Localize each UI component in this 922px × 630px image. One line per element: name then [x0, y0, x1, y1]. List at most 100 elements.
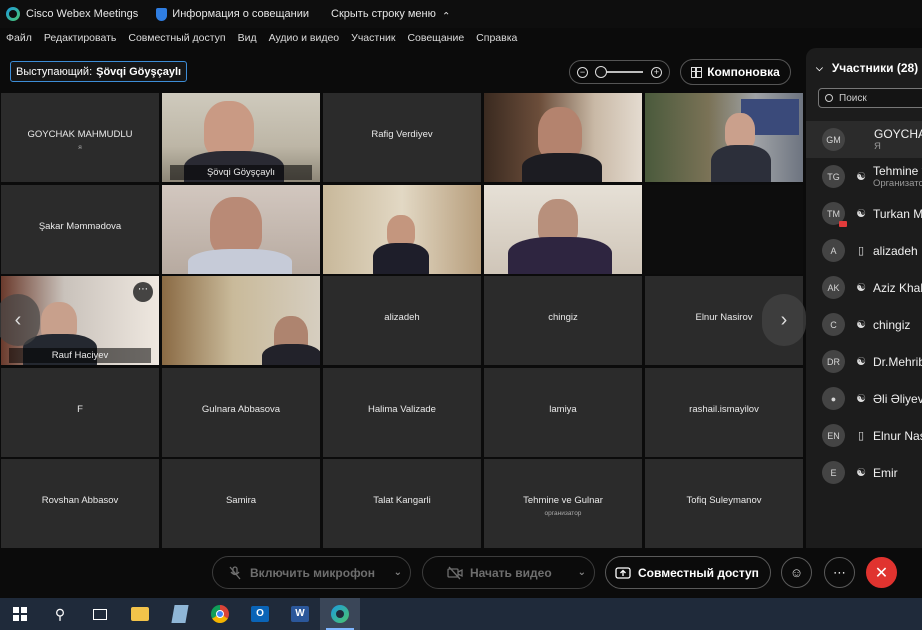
zoom-out-icon[interactable]: − [577, 66, 588, 78]
video-tile[interactable]: Gulnara Abbasova [162, 368, 320, 457]
zoom-in-icon[interactable]: + [651, 66, 662, 78]
layout-button[interactable]: Компоновка [680, 59, 791, 85]
participant-name: Əli Əliyev [873, 391, 922, 406]
webex-taskbar-button[interactable] [320, 598, 360, 630]
leave-meeting-button[interactable]: ✕ [866, 557, 897, 588]
video-tile[interactable]: Şakar Məmmədova [1, 185, 159, 274]
video-tile[interactable]: Tofiq Suleymanov [645, 459, 803, 548]
zoom-slider[interactable] [594, 66, 643, 78]
avatar: TG [822, 165, 845, 188]
video-tile[interactable]: Halima Valizade [323, 368, 481, 457]
meeting-info-button[interactable]: Информация о совещании [156, 7, 309, 21]
windows-logo-icon [13, 607, 27, 621]
participant-video-figure [373, 243, 429, 274]
participant-row[interactable]: TG ☯ Tehmine ve Gulnar Организатор [806, 158, 922, 195]
folder-icon [131, 607, 149, 621]
menu-file[interactable]: Файл [6, 32, 32, 44]
start-button[interactable] [0, 598, 40, 630]
unmute-label: Включить микрофон [250, 565, 376, 580]
chevron-down-icon[interactable]: ⌵ [816, 63, 823, 74]
menu-view[interactable]: Вид [238, 32, 257, 44]
video-tile[interactable] [645, 93, 803, 182]
video-tile[interactable]: Tehmine ve Gulnar организатор [484, 459, 642, 548]
more-options-button[interactable]: ⋯ [824, 557, 855, 588]
participant-video-figure [711, 145, 771, 182]
zoom-slider-handle[interactable] [594, 66, 607, 78]
participant-row[interactable]: A ▯ alizadeh [806, 232, 922, 269]
participant-video-figure [204, 101, 254, 157]
search-taskbar-button[interactable]: ⚲ [40, 598, 80, 630]
word-button[interactable]: W [280, 598, 320, 630]
participant-name: Turkan Mammadova [873, 206, 922, 221]
hide-menu-button[interactable]: Скрыть строку меню ⌄ [331, 8, 450, 20]
menu-help[interactable]: Справка [476, 32, 517, 44]
video-tile[interactable]: GOYCHAK MAHMUDLU я [1, 93, 159, 182]
video-tile[interactable] [484, 185, 642, 274]
user-icon: ● [822, 387, 845, 410]
presenter-name: Şövqi Göyşçaylı [96, 65, 182, 78]
menu-bar: Файл Редактировать Совместный доступ Вид… [0, 28, 922, 48]
participant-video-figure [508, 237, 612, 274]
participant-row[interactable]: EN ▯ Elnur Nasirov [806, 417, 922, 454]
chevron-down-icon[interactable]: ⌄ [578, 567, 586, 578]
meeting-info-label: Информация о совещании [172, 8, 309, 20]
headset-icon: ☯ [856, 282, 866, 294]
video-tile[interactable]: F [1, 368, 159, 457]
menu-participant[interactable]: Участник [351, 32, 395, 44]
video-tile[interactable] [162, 185, 320, 274]
video-tile[interactable]: lamiya [484, 368, 642, 457]
taskbar-app-button[interactable] [160, 598, 200, 630]
tile-name: Talat Kangarli [373, 495, 431, 506]
unmute-button[interactable]: Включить микрофон ⌄ [212, 556, 411, 589]
video-tile[interactable]: Rovshan Abbasov [1, 459, 159, 548]
outlook-button[interactable]: O [240, 598, 280, 630]
tile-name: alizadeh [384, 312, 420, 323]
video-tile[interactable]: rashail.ismayilov [645, 368, 803, 457]
participant-name: chingiz [873, 317, 911, 332]
participant-row[interactable]: ● ☯ Əli Əliyev [806, 380, 922, 417]
menu-edit[interactable]: Редактировать [44, 32, 117, 44]
avatar: A [822, 239, 845, 262]
tile-name: Şövqi Göyşçaylı [170, 165, 312, 180]
tile-name: Şakar Məmmədova [38, 221, 122, 232]
participant-row[interactable]: DR ☯ Dr.Mehriban [806, 343, 922, 380]
outlook-icon: O [251, 606, 269, 622]
video-tile[interactable] [323, 185, 481, 274]
participant-row[interactable]: TM ☯ Turkan Mammadova [806, 195, 922, 232]
participant-row[interactable]: GM GOYCHAK MAHMUDLU Я [806, 121, 922, 158]
video-feed [162, 276, 320, 365]
previous-page-button[interactable]: ‹ [0, 294, 40, 346]
participant-row[interactable]: AK ☯ Aziz Khalilov [806, 269, 922, 306]
participants-header[interactable]: ⌵ Участники (28) [806, 48, 922, 88]
tile-more-button[interactable]: ⋯ [133, 282, 153, 302]
video-tile[interactable]: chingiz [484, 276, 642, 365]
video-tile[interactable] [162, 276, 320, 365]
participant-row[interactable]: C ☯ chingiz [806, 306, 922, 343]
presenter-badge[interactable]: Выступающий: Şövqi Göyşçaylı [10, 61, 188, 82]
start-video-button[interactable]: Начать видео ⌄ [422, 556, 595, 589]
menu-audio-video[interactable]: Аудио и видео [269, 32, 340, 44]
file-explorer-button[interactable] [120, 598, 160, 630]
video-grid: GOYCHAK MAHMUDLU я Şövqi Göyşçaylı Rafig… [0, 93, 806, 548]
chrome-button[interactable] [200, 598, 240, 630]
menu-share[interactable]: Совместный доступ [128, 32, 225, 44]
participant-video-figure [262, 344, 320, 365]
title-bar: Cisco Webex Meetings Информация о совеща… [0, 0, 922, 28]
participant-row[interactable]: E ☯ Emir [806, 454, 922, 491]
participant-search-input[interactable]: Поиск [818, 88, 922, 108]
video-tile[interactable] [484, 93, 642, 182]
menu-meeting[interactable]: Совещание [407, 32, 464, 44]
video-tile[interactable]: Talat Kangarli [323, 459, 481, 548]
chevron-down-icon[interactable]: ⌄ [394, 567, 402, 578]
video-tile[interactable]: Samira [162, 459, 320, 548]
video-tile[interactable]: alizadeh [323, 276, 481, 365]
video-tile-active-speaker[interactable]: Şövqi Göyşçaylı [162, 93, 320, 182]
task-view-button[interactable] [80, 598, 120, 630]
share-button[interactable]: Совместный доступ [605, 556, 771, 589]
reactions-button[interactable]: ☺ [781, 557, 812, 588]
next-page-button[interactable]: › [762, 294, 806, 346]
video-tile[interactable]: Rafig Verdiyev [323, 93, 481, 182]
participant-video-figure [725, 113, 755, 149]
smiley-icon: ☺ [789, 565, 804, 580]
task-view-icon [93, 608, 107, 620]
